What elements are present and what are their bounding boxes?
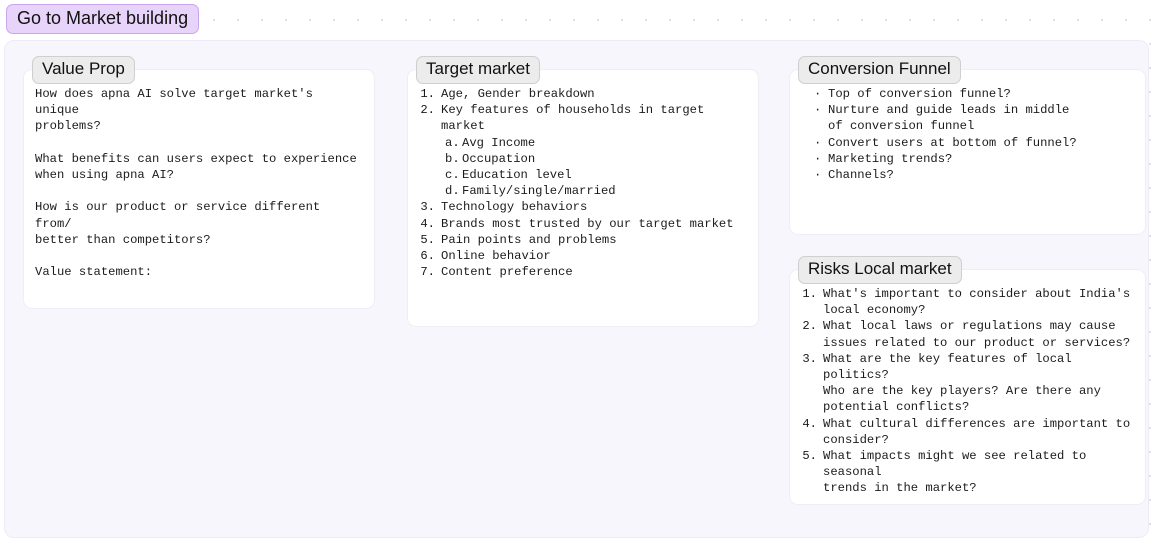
- list-item-marker: 7.: [420, 265, 435, 280]
- bullet-icon: ·: [814, 135, 822, 150]
- list-item-label: What's important to consider about India…: [823, 287, 1131, 318]
- card-body-risks-local-market: 1. What's important to consider about Ind…: [790, 286, 1145, 497]
- list-item-marker: 4.: [802, 416, 817, 431]
- sub-list-item-marker: c.: [445, 168, 460, 183]
- list-item-label: Key features of households in target mar…: [441, 103, 705, 134]
- card-value-prop[interactable]: Value Prop How does apna AI solve target…: [23, 56, 375, 309]
- bullet-icon: ·: [814, 168, 822, 183]
- list-item: 2. What local laws or regulations may cau…: [801, 318, 1135, 350]
- list-item-marker: 2.: [802, 319, 817, 334]
- list-item-label: What local laws or regulations may cause…: [823, 319, 1131, 350]
- list-item-label: Online behavior: [441, 249, 551, 264]
- list-item: 3. Technology behaviors: [419, 199, 748, 215]
- list-item-label: Age, Gender breakdown: [441, 87, 595, 101]
- list-item-marker: 2.: [420, 103, 435, 118]
- list-item-marker: 1.: [420, 87, 435, 101]
- list-item: 1. What's important to consider about Ind…: [801, 286, 1135, 318]
- value-prop-paragraph: Value statement:: [35, 265, 153, 280]
- value-prop-paragraph: What benefits can users expect to experi…: [35, 151, 357, 182]
- card-title-value-prop[interactable]: Value Prop: [32, 56, 135, 84]
- list-item-label: What are the key features of local polit…: [823, 351, 1101, 415]
- card-title-risks-local-market[interactable]: Risks Local market: [798, 256, 962, 284]
- list-item-label: What cultural differences are important …: [823, 416, 1131, 447]
- list-item: · Channels?: [814, 167, 1135, 183]
- conversion-funnel-list: · Top of conversion funnel? · Nurture and g…: [801, 86, 1135, 183]
- list-item: · Top of conversion funnel?: [814, 86, 1135, 102]
- sub-list-item-label: Avg Income: [462, 135, 536, 150]
- sub-list-item-marker: b.: [445, 151, 460, 166]
- sub-list-item-label: Occupation: [462, 151, 536, 166]
- list-item: 5. What impacts might we see related to s…: [801, 448, 1135, 497]
- list-item: 4. What cultural differences are importan…: [801, 416, 1135, 448]
- value-prop-paragraph: How is our product or service different …: [35, 200, 321, 247]
- target-market-list: 1. Age, Gender breakdown 2. Key features of…: [419, 86, 748, 280]
- list-item-label: Pain points and problems: [441, 232, 617, 247]
- list-item-label: Channels?: [828, 168, 894, 183]
- list-item: 7. Content preference: [419, 264, 748, 280]
- list-item: 3. What are the key features of local pol…: [801, 351, 1135, 416]
- list-item-marker: 1.: [802, 287, 817, 301]
- list-item-marker: 3.: [802, 351, 817, 366]
- list-item: · Marketing trends?: [814, 151, 1135, 167]
- list-item-label: Content preference: [441, 265, 573, 280]
- list-item: 2. Key features of households in target m…: [419, 102, 748, 134]
- card-title-conversion-funnel[interactable]: Conversion Funnel: [798, 56, 961, 84]
- list-item-marker: 6.: [420, 249, 435, 264]
- card-body-value-prop: How does apna AI solve target market's u…: [24, 86, 374, 280]
- list-item: 4. Brands most trusted by our target mark…: [419, 216, 748, 232]
- list-item: 6. Online behavior: [419, 248, 748, 264]
- sub-list-item-marker: d.: [445, 184, 460, 199]
- list-item-marker: 4.: [420, 216, 435, 231]
- bullet-icon: ·: [814, 87, 822, 101]
- risks-local-market-list: 1. What's important to consider about Ind…: [801, 286, 1135, 497]
- list-item: · Convert users at bottom of funnel?: [814, 135, 1135, 151]
- list-item-marker: 5.: [420, 232, 435, 247]
- board-title[interactable]: Go to Market building: [6, 4, 200, 34]
- list-item: · Nurture and guide leads in middle of co…: [814, 102, 1135, 134]
- list-item-label: Marketing trends?: [828, 151, 953, 166]
- list-item-marker: 5.: [802, 449, 817, 464]
- list-item: 5. Pain points and problems: [419, 232, 748, 248]
- list-item-label: Top of conversion funnel?: [828, 87, 1011, 101]
- card-conversion-funnel[interactable]: Conversion Funnel · Top of conversion fun…: [789, 56, 1146, 235]
- card-target-market[interactable]: Target market 1. Age, Gender breakdown 2. K…: [407, 56, 759, 327]
- bullet-icon: ·: [814, 151, 822, 166]
- sub-list: a. Avg Income b. Occupation c. Education leve…: [419, 135, 748, 200]
- sub-list-item: c. Education level: [445, 167, 748, 183]
- card-body-conversion-funnel: · Top of conversion funnel? · Nurture and g…: [790, 86, 1145, 183]
- list-item-label: Nurture and guide leads in middle of con…: [828, 103, 1070, 134]
- sub-list-item-label: Family/single/married: [462, 184, 616, 199]
- bullet-icon: ·: [814, 103, 822, 118]
- list-item-label: Convert users at bottom of funnel?: [828, 135, 1077, 150]
- card-risks-local-market[interactable]: Risks Local market 1. What's important to…: [789, 256, 1146, 505]
- sub-list-item: d. Family/single/married: [445, 183, 748, 199]
- sub-list-item: b. Occupation: [445, 151, 748, 167]
- list-item: 1. Age, Gender breakdown: [419, 86, 748, 102]
- sub-list-item: a. Avg Income: [445, 135, 748, 151]
- value-prop-paragraph: How does apna AI solve target market's u…: [35, 87, 313, 134]
- sub-list-item-marker: a.: [445, 135, 460, 150]
- list-item-marker: 3.: [420, 200, 435, 215]
- card-title-target-market[interactable]: Target market: [416, 56, 540, 84]
- sub-list-item-label: Education level: [462, 168, 572, 183]
- board-canvas: Value Prop How does apna AI solve target…: [4, 40, 1149, 538]
- list-item-label: Brands most trusted by our target market: [441, 216, 734, 231]
- list-item-label: What impacts might we see related to sea…: [823, 449, 1087, 496]
- card-body-target-market: 1. Age, Gender breakdown 2. Key features of…: [408, 86, 758, 280]
- list-item-label: Technology behaviors: [441, 200, 588, 215]
